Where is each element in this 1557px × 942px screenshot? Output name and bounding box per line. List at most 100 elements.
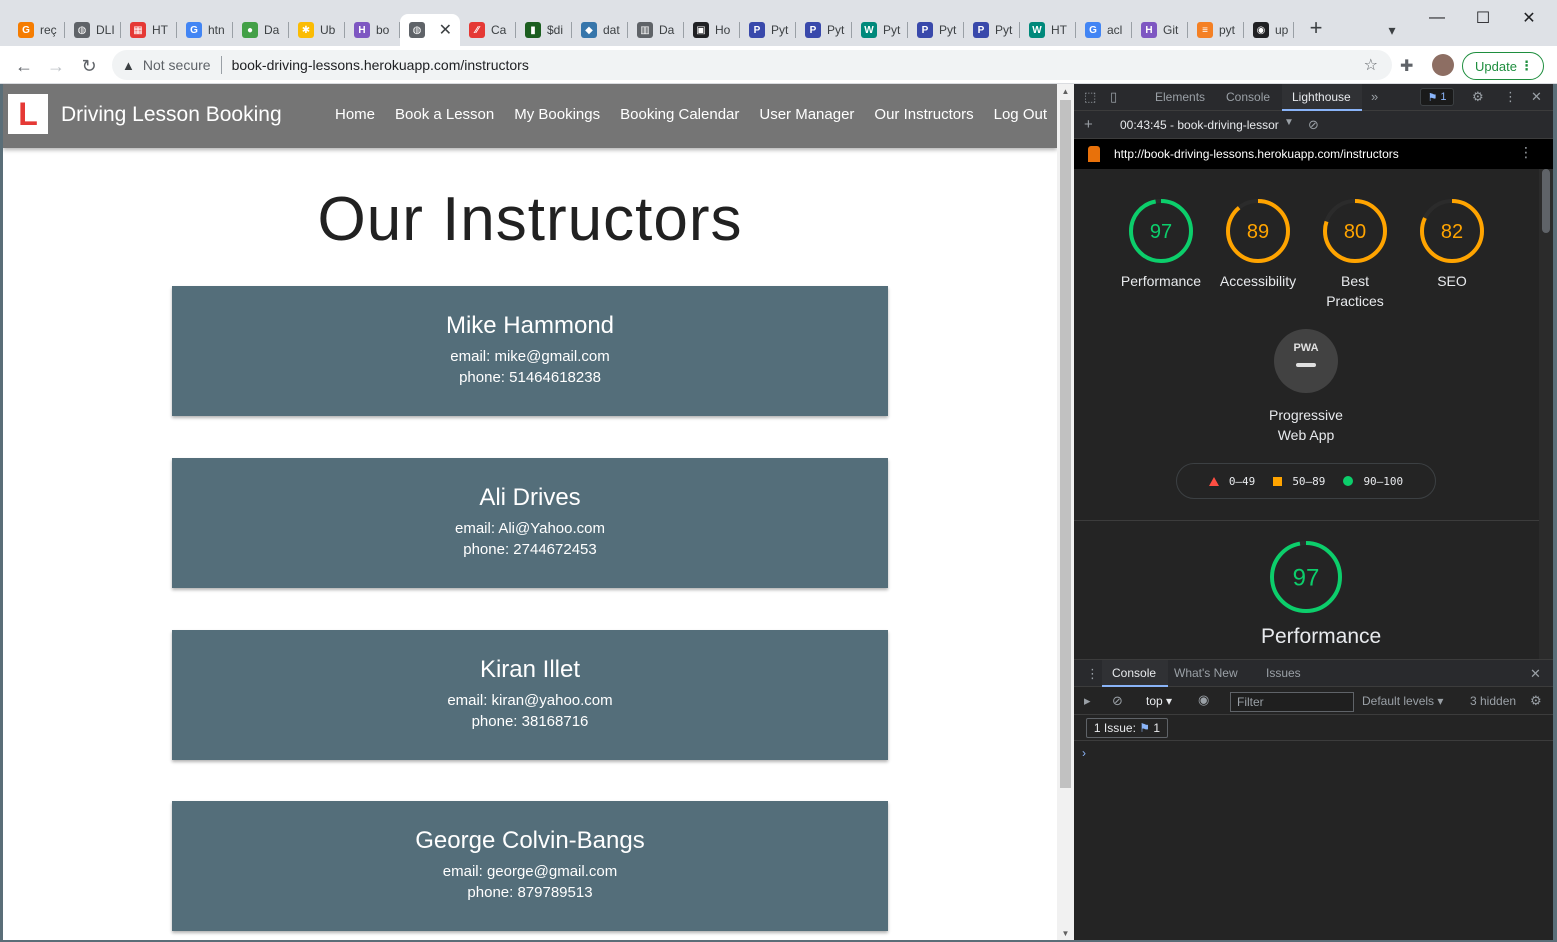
browser-tab[interactable]: ∕∕ Ca [460,14,516,46]
browser-tab[interactable]: Greç [9,14,65,46]
nav-link-home[interactable]: Home [335,106,375,123]
tab-lighthouse[interactable]: Lighthouse [1292,90,1351,104]
reload-icon[interactable]: ↻ [75,52,103,80]
nav-link-booking-calendar[interactable]: Booking Calendar [620,106,739,123]
browser-tab-label: Pyt [939,23,957,37]
tab-issues[interactable]: Issues [1266,666,1301,680]
nav-link-our-instructors[interactable]: Our Instructors [874,106,973,123]
minimize-button[interactable]: — [1414,4,1460,32]
favicon-icon: ◆ [581,22,597,38]
report-select[interactable]: 00:43:45 - book-driving-lessor [1120,118,1279,132]
new-tab-button[interactable]: + [1302,14,1330,42]
instructor-card: Kiran Illet email: kiran@yahoo.com phone: … [172,630,888,760]
more-tabs-icon[interactable]: » [1371,89,1378,104]
puzzle-icon[interactable]: ✚ [1400,56,1413,76]
inspect-icon[interactable]: ⬚ [1084,89,1096,105]
add-icon[interactable]: + [1084,116,1093,133]
favicon-icon: ◍ [409,22,425,38]
issues-badge[interactable]: ⚑ 1 [1420,88,1454,106]
gauge-score: 97 [1150,221,1172,243]
chevron-down-icon[interactable]: ▼ [1284,117,1294,128]
arrow-left-icon[interactable]: ← [10,52,38,80]
report-menu-icon[interactable]: ⋮ [1519,144,1533,161]
browser-tab[interactable]: Hbo [345,14,400,46]
browser-tab[interactable]: ▮ $di [516,14,572,46]
gauge-seo[interactable]: 82 SEO [1407,197,1497,291]
browser-tab[interactable]: ◆ dat [572,14,628,46]
tab-console-drawer[interactable]: Console [1112,666,1156,680]
nav-link-user-manager[interactable]: User Manager [759,106,854,123]
browser-tab[interactable]: Ghtn [177,14,233,46]
tab-console[interactable]: Console [1226,90,1270,104]
close-drawer-icon[interactable]: ✕ [1530,666,1541,682]
page-scrollbar[interactable]: ▲ ▼ [1057,84,1074,940]
issue-flag-icon: ⚑ [1139,721,1151,735]
pwa-category[interactable]: PWA Progressive Web App [1261,329,1351,445]
nav-link-log-out[interactable]: Log Out [994,106,1047,123]
browser-tab-label: up [1275,23,1289,37]
scroll-up-icon[interactable]: ▲ [1057,84,1074,98]
browser-tab[interactable]: ◍ ✕ [400,14,460,46]
close-tab-icon[interactable]: ✕ [439,20,452,40]
update-button[interactable]: Update ⋮ [1462,52,1544,80]
nav-link-my-bookings[interactable]: My Bookings [514,106,600,123]
device-toggle-icon[interactable]: ▯ [1110,89,1117,105]
browser-tab[interactable]: H Git [1132,14,1188,46]
tab-search-icon[interactable]: ▾ [1380,18,1404,42]
performance-section-gauge: 97 Performance [1261,539,1381,649]
browser-tab[interactable]: ◉ up [1244,14,1294,46]
context-select[interactable]: top ▾ [1146,694,1172,708]
clear-console-icon[interactable]: ⊘ [1112,693,1123,709]
close-window-button[interactable]: ✕ [1506,4,1552,32]
browser-toolbar: ← → ↻ ▲ Not secure book-driving-lessons.… [0,46,1557,84]
tab-elements[interactable]: Elements [1155,90,1205,104]
issues-button[interactable]: 1 Issue: ⚑ 1 [1086,718,1168,738]
browser-tab[interactable]: P Pyt [740,14,796,46]
eye-icon[interactable]: ◉ [1198,692,1209,708]
scrollbar-thumb[interactable] [1542,169,1550,233]
kebab-menu-icon[interactable]: ⋮ [1504,89,1517,105]
browser-tab[interactable]: Gacl [1076,14,1132,46]
filter-input[interactable]: Filter [1230,692,1354,712]
sidebar-toggle-icon[interactable]: ▸ [1084,693,1091,709]
console-gear-icon[interactable]: ⚙ [1530,693,1542,709]
clear-icon[interactable]: ⊘ [1308,117,1319,133]
browser-tab[interactable]: ▥ Da [628,14,684,46]
levels-select[interactable]: Default levels ▾ [1362,694,1443,708]
browser-tab[interactable]: P Pyt [796,14,852,46]
browser-tab[interactable]: P Pyt [964,14,1020,46]
drawer-menu-icon[interactable]: ⋮ [1086,666,1099,682]
browser-tab[interactable]: ≡ pyt [1188,14,1244,46]
gauge-best-practices[interactable]: 80 Best Practices [1310,197,1400,311]
scroll-down-icon[interactable]: ▼ [1057,926,1074,940]
browser-tab[interactable]: W Pyt [852,14,908,46]
browser-tab[interactable]: ▦ HT [121,14,177,46]
browser-tab[interactable]: W HT [1020,14,1076,46]
gear-icon[interactable]: ⚙ [1472,89,1484,105]
browser-tab-label: Da [264,23,280,37]
star-icon[interactable]: ☆ [1364,55,1378,75]
browser-tab[interactable]: ▣ Ho [684,14,740,46]
browser-tab-label: DLI [96,23,115,37]
browser-tab[interactable]: ◍ DLI [65,14,121,46]
maximize-button[interactable]: ☐ [1460,4,1506,32]
warning-icon: ▲ [122,57,135,73]
browser-tab[interactable]: ✱ Ub [289,14,345,46]
gauge-label: Accessibility [1219,273,1297,289]
gauge-accessibility[interactable]: 89 Accessibility [1213,197,1303,291]
favicon-icon: G [18,22,34,38]
scrollbar-thumb[interactable] [1060,100,1071,788]
address-bar[interactable]: ▲ Not secure book-driving-lessons.heroku… [112,50,1392,80]
site-brand[interactable]: Driving Lesson Booking [61,103,282,127]
gauge-performance[interactable]: 97 Performance [1116,197,1206,291]
learner-plate-logo[interactable]: L [8,94,48,134]
browser-tab[interactable]: ● Da [233,14,289,46]
browser-tab[interactable]: P Pyt [908,14,964,46]
nav-link-book-a-lesson[interactable]: Book a Lesson [395,106,494,123]
arrow-right-icon[interactable]: → [42,52,70,80]
console-prompt[interactable]: › [1082,746,1086,760]
avatar[interactable] [1432,54,1454,76]
close-icon[interactable]: ✕ [1531,89,1542,105]
report-scrollbar[interactable] [1539,169,1553,659]
tab-whats-new[interactable]: What's New [1174,666,1238,680]
